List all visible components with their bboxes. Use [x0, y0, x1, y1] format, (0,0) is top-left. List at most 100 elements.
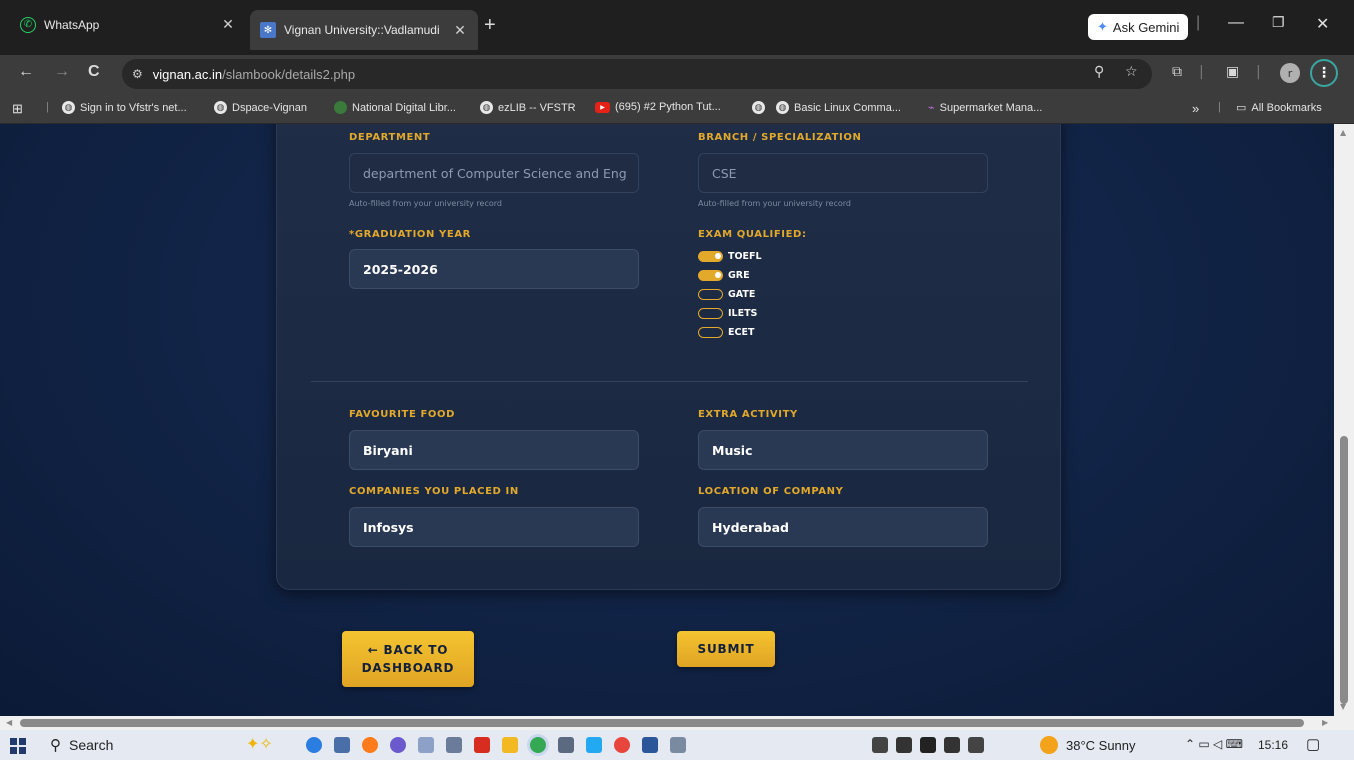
- clock[interactable]: 15:16: [1258, 738, 1288, 752]
- exam-option-label: ECET: [728, 327, 755, 338]
- toggle-checked[interactable]: [698, 270, 723, 281]
- toggle-unchecked[interactable]: [698, 289, 723, 300]
- department-field[interactable]: department of Computer Science and Eng: [349, 153, 639, 193]
- tab-title: WhatsApp: [44, 17, 100, 32]
- weather-text: 38°C Sunny: [1066, 737, 1136, 753]
- extra-activity-label: EXTRA ACTIVITY: [698, 409, 798, 420]
- scroll-up-icon[interactable]: ▲: [1340, 128, 1346, 137]
- tab-vignan[interactable]: ✻ Vignan University::Vadlamudi ✕: [250, 10, 478, 50]
- weather-widget[interactable]: 38°C Sunny: [1040, 736, 1136, 754]
- skype-icon[interactable]: [306, 737, 322, 753]
- vscode-icon[interactable]: [586, 737, 602, 753]
- chrome-icon[interactable]: [530, 737, 546, 753]
- scroll-down-icon[interactable]: ▼: [1340, 702, 1346, 711]
- app-icon[interactable]: [390, 737, 406, 753]
- forward-arrow-icon[interactable]: →: [54, 63, 70, 81]
- tab-whatsapp[interactable]: ✆ WhatsApp ✕: [10, 8, 246, 41]
- notification-icon[interactable]: ▢: [1306, 735, 1320, 753]
- bookmark-item[interactable]: ◍ Sign in to Vfstr's net...: [62, 101, 187, 114]
- firefox-icon[interactable]: [362, 737, 378, 753]
- horizontal-scroll-thumb[interactable]: [20, 719, 1304, 727]
- bookmark-item[interactable]: ⌁ Supermarket Mana...: [928, 101, 1042, 115]
- zoom-icon[interactable]: ⚲: [1094, 64, 1104, 80]
- app-icon[interactable]: [558, 737, 574, 753]
- minimize-icon[interactable]: —: [1228, 14, 1244, 32]
- vertical-scroll-thumb[interactable]: [1340, 436, 1348, 704]
- location-input[interactable]: Hyderabad: [698, 507, 988, 547]
- youtube-icon: ▶: [595, 101, 610, 113]
- all-bookmarks-label: All Bookmarks: [1251, 101, 1322, 114]
- close-tab-icon[interactable]: ✕: [452, 22, 468, 39]
- reload-icon[interactable]: C: [88, 63, 100, 81]
- bookmark-star-icon[interactable]: ☆: [1125, 64, 1138, 80]
- exam-option-gre[interactable]: GRE: [698, 270, 750, 281]
- camera-icon[interactable]: [896, 737, 912, 753]
- app-icon[interactable]: [418, 737, 434, 753]
- ask-gemini-button[interactable]: ✦ Ask Gemini: [1088, 14, 1189, 40]
- system-tray-icons[interactable]: ⌃ ▭ ◁ ⌨: [1185, 737, 1243, 751]
- close-window-icon[interactable]: ✕: [1316, 14, 1329, 34]
- video-icon[interactable]: [920, 737, 936, 753]
- restore-icon[interactable]: ❐: [1272, 14, 1285, 31]
- bookmark-label: Dspace-Vignan: [232, 101, 308, 114]
- branch-field[interactable]: CSE: [698, 153, 988, 193]
- back-arrow-icon[interactable]: ←: [18, 63, 34, 81]
- address-bar[interactable]: ⚙ vignan.ac.in/slambook/details2.php: [122, 59, 1152, 89]
- scroll-right-icon[interactable]: ▶: [1322, 718, 1328, 727]
- globe-icon: ◍: [214, 101, 227, 114]
- more-bookmarks-chevron[interactable]: »: [1192, 101, 1199, 116]
- favourite-food-input[interactable]: Biryani: [349, 430, 639, 470]
- bookmark-item[interactable]: ◍ ezLIB -- VFSTR: [480, 101, 576, 114]
- bookmark-item[interactable]: ◍ Dspace-Vignan: [214, 101, 307, 114]
- tray-icon[interactable]: [872, 737, 888, 753]
- bookmark-item[interactable]: ▶ (695) #2 Python Tut...: [595, 101, 721, 113]
- word-icon[interactable]: [642, 737, 658, 753]
- copilot-sparkle-icon[interactable]: ✦✧: [246, 734, 273, 754]
- gemini-label: Ask Gemini: [1112, 19, 1180, 35]
- windows-taskbar: ⚲ Search ✦✧ 38°C Sunny ⌃ ▭ ◁ ⌨ 15:16 ▢: [0, 730, 1354, 760]
- bookmark-item[interactable]: National Digital Libr...: [334, 101, 456, 114]
- exam-option-ecet[interactable]: ECET: [698, 327, 754, 338]
- submit-button[interactable]: SUBMIT: [677, 631, 775, 667]
- settings-gear-icon[interactable]: [968, 737, 984, 753]
- bookmark-item[interactable]: ◍ Basic Linux Comma...: [776, 101, 901, 114]
- bookmark-label: National Digital Libr...: [352, 101, 456, 114]
- exam-option-gate[interactable]: GATE: [698, 289, 755, 300]
- department-label: DEPARTMENT: [349, 132, 431, 143]
- chrome-menu-icon[interactable]: ⋮: [1310, 59, 1338, 87]
- scroll-left-icon[interactable]: ◀: [6, 718, 12, 727]
- bookmark-label: Sign in to Vfstr's net...: [80, 101, 187, 114]
- companies-input[interactable]: Infosys: [349, 507, 639, 547]
- toggle-checked[interactable]: [698, 251, 723, 262]
- calculator-icon[interactable]: [446, 737, 462, 753]
- bookmark-item[interactable]: ◍: [752, 101, 765, 114]
- taskbar-search[interactable]: ⚲ Search: [40, 733, 230, 757]
- toggle-unchecked[interactable]: [698, 308, 723, 319]
- acrobat-icon[interactable]: [474, 737, 490, 753]
- vertical-scrollbar[interactable]: ▲ ▼: [1334, 124, 1354, 716]
- back-to-dashboard-button[interactable]: ← BACK TO DASHBOARD: [342, 631, 474, 687]
- globe-icon: ◍: [480, 101, 493, 114]
- apps-grid-icon[interactable]: ⊞: [12, 101, 23, 117]
- horizontal-scrollbar[interactable]: ◀ ▶: [0, 716, 1354, 730]
- whatsapp-icon: ✆: [20, 16, 36, 33]
- profile-avatar[interactable]: r: [1280, 63, 1300, 83]
- app-icon[interactable]: [334, 737, 350, 753]
- exam-option-toefl[interactable]: TOEFL: [698, 251, 762, 262]
- all-bookmarks-button[interactable]: ▭ All Bookmarks: [1236, 101, 1322, 115]
- close-tab-icon[interactable]: ✕: [220, 16, 236, 33]
- extra-activity-input[interactable]: Music: [698, 430, 988, 470]
- windows-start-icon[interactable]: [10, 738, 26, 754]
- chrome-icon[interactable]: [614, 737, 630, 753]
- tray-icon[interactable]: [944, 737, 960, 753]
- gemini-sparkle-icon: ✦: [1097, 19, 1108, 34]
- extensions-icon[interactable]: ⧉: [1172, 64, 1182, 80]
- file-explorer-icon[interactable]: [502, 737, 518, 753]
- reading-list-icon[interactable]: ▣: [1226, 64, 1239, 80]
- toggle-unchecked[interactable]: [698, 327, 723, 338]
- graduation-year-select[interactable]: 2025-2026: [349, 249, 639, 289]
- app-icon[interactable]: [670, 737, 686, 753]
- exam-option-ilets[interactable]: ILETS: [698, 308, 757, 319]
- site-info-icon[interactable]: ⚙: [132, 67, 143, 81]
- new-tab-icon[interactable]: +: [484, 14, 496, 37]
